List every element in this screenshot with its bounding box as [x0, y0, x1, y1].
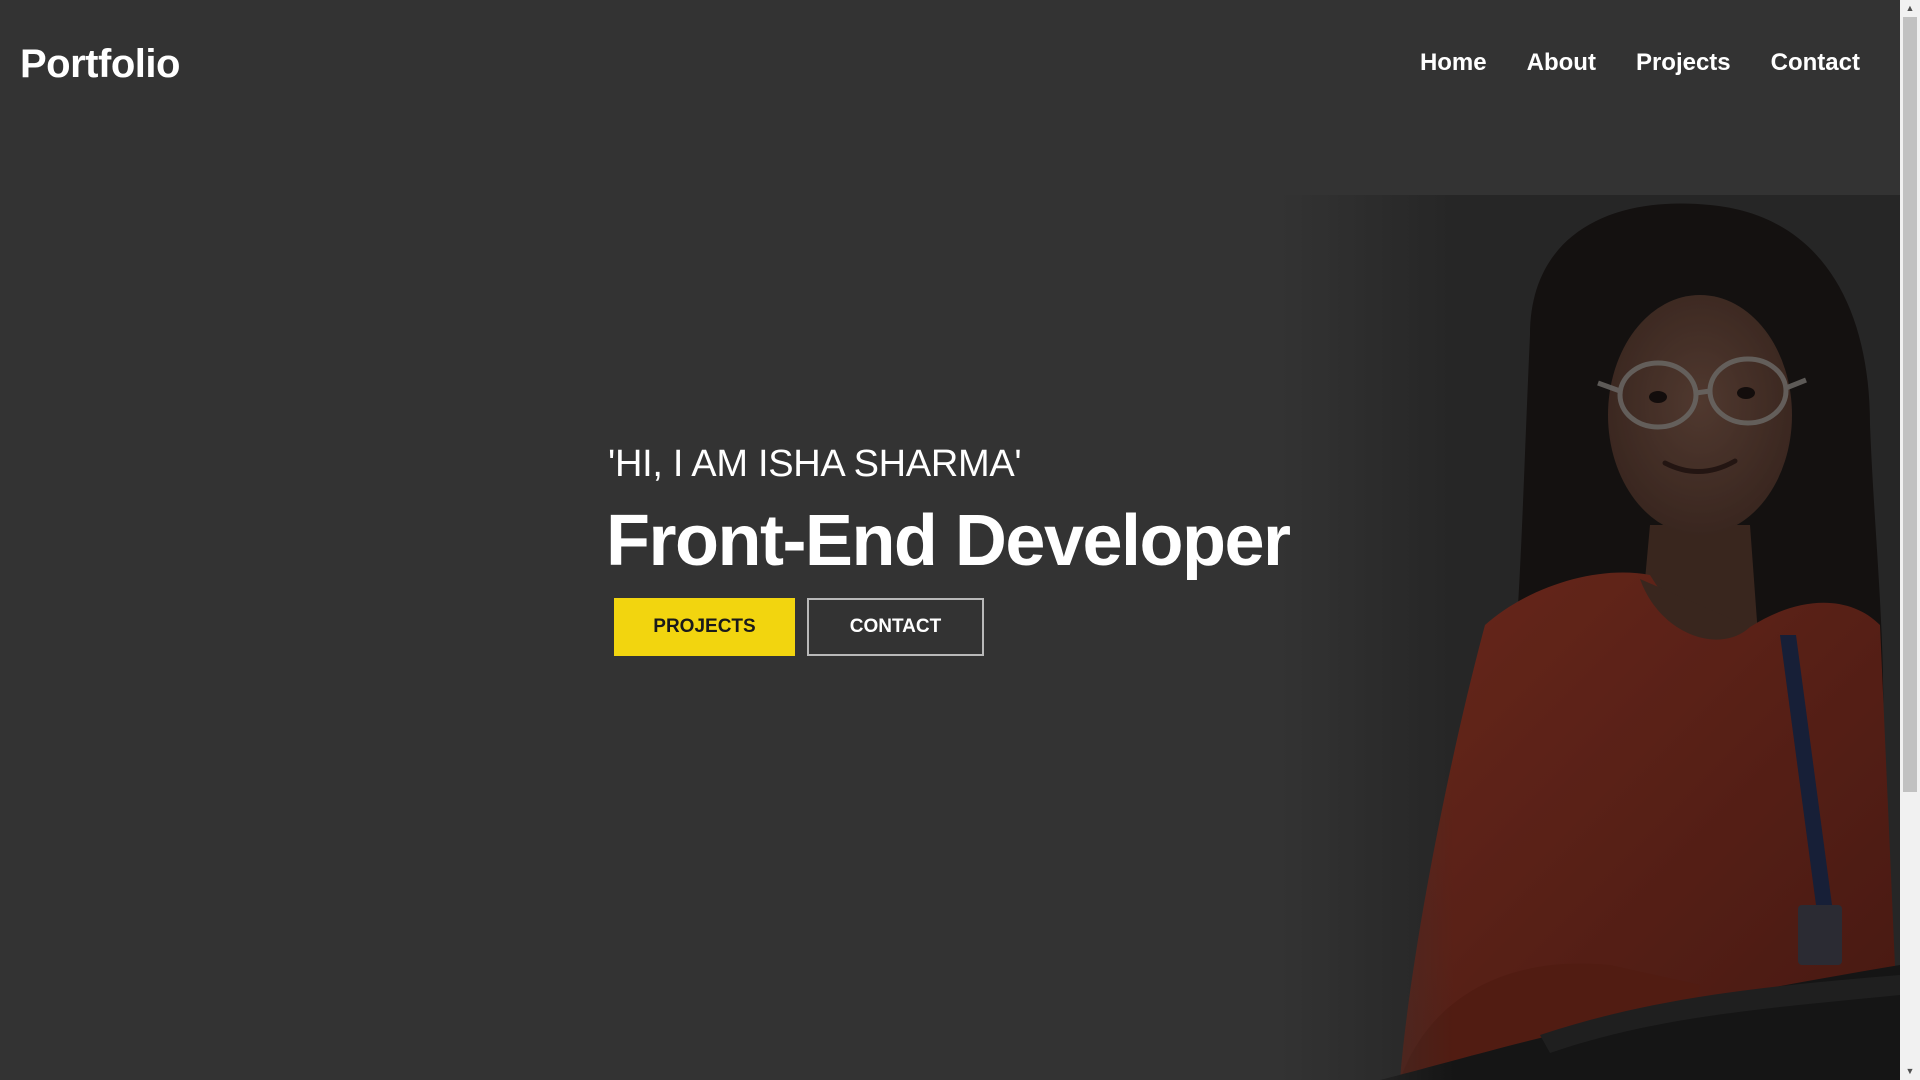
scroll-up-arrow-icon[interactable]: ▲	[1900, 0, 1920, 17]
page: Portfolio Home About Projects Contact 'H…	[0, 0, 1920, 1080]
hero-buttons: PROJECTS CONTACT	[614, 598, 1290, 656]
vertical-scrollbar[interactable]: ▲ ▼	[1900, 0, 1920, 1080]
projects-button[interactable]: PROJECTS	[614, 598, 795, 656]
page-viewport: Portfolio Home About Projects Contact 'H…	[0, 0, 1900, 1080]
contact-button[interactable]: CONTACT	[807, 598, 984, 656]
scroll-down-arrow-icon[interactable]: ▼	[1900, 1063, 1920, 1080]
site-logo[interactable]: Portfolio	[20, 38, 180, 90]
nav-link-contact[interactable]: Contact	[1771, 46, 1860, 80]
hero-title: Front-End Developer	[606, 501, 1291, 581]
hero-portrait-image	[1280, 195, 1900, 1080]
hero-section: 'HI, I AM ISHA SHARMA' Front-End Develop…	[606, 438, 1291, 656]
nav-link-about[interactable]: About	[1527, 46, 1596, 80]
hero-greeting: 'HI, I AM ISHA SHARMA'	[608, 443, 1022, 485]
nav-link-home[interactable]: Home	[1420, 46, 1487, 80]
nav-links: Home About Projects Contact	[1420, 46, 1860, 80]
top-navbar: Portfolio Home About Projects Contact	[0, 0, 1900, 128]
scrollbar-thumb[interactable]	[1903, 17, 1917, 792]
nav-link-projects[interactable]: Projects	[1636, 46, 1731, 80]
